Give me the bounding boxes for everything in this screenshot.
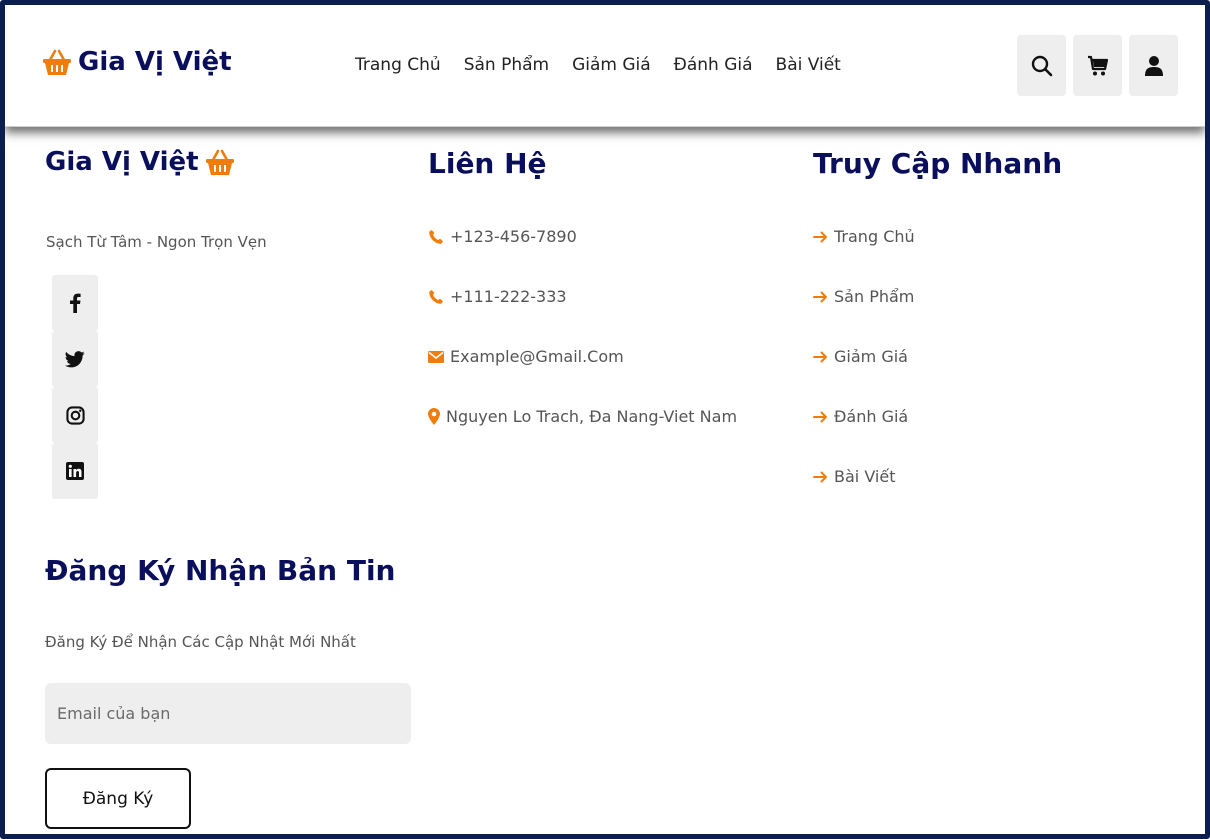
instagram-link[interactable] <box>52 387 98 443</box>
header-actions <box>1017 35 1178 96</box>
envelope-icon <box>428 350 444 363</box>
footer-brand-column: Gia Vị Việt Sạch Từ Tâm - Ngon Trọn Vẹn <box>45 147 267 499</box>
contact-address-text: Nguyen Lo Trach, Đa Nang-Viet Nam <box>446 407 738 426</box>
quick-links-title: Truy Cập Nhanh <box>813 147 1063 180</box>
contact-title: Liên Hệ <box>428 147 547 180</box>
quick-link-danh-gia[interactable]: Đánh Giá <box>813 407 908 426</box>
quick-link-san-pham[interactable]: Sản Phẩm <box>813 287 914 306</box>
facebook-link[interactable] <box>52 275 98 331</box>
nav-item-bai-viet[interactable]: Bài Viết <box>776 55 841 75</box>
phone-icon <box>429 289 443 304</box>
nav-item-san-pham[interactable]: Sản Phẩm <box>464 55 549 75</box>
footer-quick-links-column: Truy Cập Nhanh Trang Chủ Sản Phẩm Giảm G… <box>813 147 1063 486</box>
newsletter-email-input[interactable] <box>45 683 411 744</box>
site-header: Gia Vị Việt Trang Chủ Sản Phẩm Giảm Giá … <box>5 5 1205 127</box>
quick-link-label: Giảm Giá <box>834 347 908 366</box>
facebook-icon <box>70 293 81 313</box>
quick-link-label: Trang Chủ <box>834 227 915 246</box>
basket-icon <box>42 48 72 76</box>
site-logo[interactable]: Gia Vị Việt <box>42 47 232 77</box>
contact-phone-1-text: +123-456-7890 <box>450 227 577 246</box>
map-pin-icon <box>428 408 440 425</box>
arrow-right-icon <box>813 411 827 422</box>
instagram-icon <box>65 405 85 425</box>
twitter-link[interactable] <box>52 331 98 387</box>
twitter-icon <box>65 350 85 367</box>
quick-link-label: Sản Phẩm <box>834 287 915 306</box>
quick-link-giam-gia[interactable]: Giảm Giá <box>813 347 908 366</box>
subscribe-button[interactable]: Đăng Ký <box>45 768 191 829</box>
arrow-right-icon <box>813 351 827 362</box>
brand-tagline: Sạch Từ Tâm - Ngon Trọn Vẹn <box>46 233 267 251</box>
contact-email[interactable]: Example@Gmail.Com <box>428 347 624 366</box>
nav-item-trang-chu[interactable]: Trang Chủ <box>355 55 441 75</box>
brand-name: Gia Vị Việt <box>78 47 232 77</box>
search-icon <box>1031 55 1052 76</box>
page-frame: Gia Vị Việt Trang Chủ Sản Phẩm Giảm Giá … <box>0 0 1210 839</box>
basket-icon <box>205 149 234 175</box>
contact-address[interactable]: Nguyen Lo Trach, Đa Nang-Viet Nam <box>428 407 737 426</box>
main-nav: Trang Chủ Sản Phẩm Giảm Giá Đánh Giá Bài… <box>355 55 841 75</box>
footer-brand-text: Gia Vị Việt <box>45 147 199 177</box>
contact-phone-2-text: +111-222-333 <box>450 287 567 306</box>
arrow-right-icon <box>813 291 827 302</box>
quick-link-label: Đánh Giá <box>834 407 909 426</box>
quick-link-label: Bài Viết <box>834 467 896 486</box>
footer-contact-column: Liên Hệ +123-456-7890 +111-222-333 Examp… <box>428 147 737 426</box>
user-icon <box>1144 55 1163 76</box>
footer-brand-title: Gia Vị Việt <box>45 147 235 177</box>
user-button[interactable] <box>1129 35 1178 96</box>
linkedin-link[interactable] <box>52 443 98 499</box>
cart-button[interactable] <box>1073 35 1122 96</box>
newsletter-description: Đăng Ký Để Nhận Các Cập Nhật Mới Nhất <box>45 633 356 651</box>
linkedin-icon <box>66 462 84 480</box>
social-links <box>52 275 98 499</box>
contact-email-text: Example@Gmail.Com <box>450 347 624 366</box>
search-button[interactable] <box>1017 35 1066 96</box>
arrow-right-icon <box>813 471 827 482</box>
nav-item-danh-gia[interactable]: Đánh Giá <box>674 55 753 75</box>
quick-link-bai-viet[interactable]: Bài Viết <box>813 467 895 486</box>
quick-link-trang-chu[interactable]: Trang Chủ <box>813 227 915 246</box>
arrow-right-icon <box>813 231 827 242</box>
nav-item-giam-gia[interactable]: Giảm Giá <box>572 55 651 75</box>
newsletter-title: Đăng Ký Nhận Bản Tin <box>45 554 396 587</box>
cart-icon <box>1087 55 1108 75</box>
contact-phone-1[interactable]: +123-456-7890 <box>428 227 577 246</box>
phone-icon <box>429 229 443 244</box>
contact-phone-2[interactable]: +111-222-333 <box>428 287 567 306</box>
